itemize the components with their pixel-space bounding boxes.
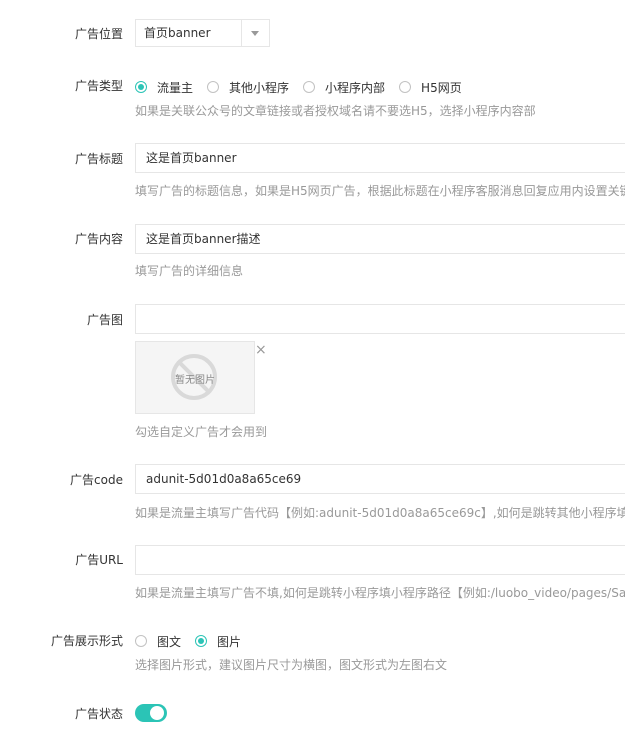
ad-title-input[interactable]: 这是首页banner: [135, 143, 625, 173]
ad-position-value: 首页banner: [144, 26, 211, 40]
ad-status-label: 广告状态: [74, 707, 123, 721]
radio-label: H5网页: [421, 80, 462, 95]
radio-checked-icon[interactable]: [195, 635, 208, 647]
radio-label: 小程序内部: [325, 80, 386, 95]
radio-label: 流量主: [157, 80, 194, 95]
no-image-text: 暂无图片: [175, 375, 215, 386]
select-divider: [241, 20, 242, 46]
ad-url-label: 广告URL: [75, 553, 123, 567]
ad-code-help: 如果是流量主填写广告代码【例如:adunit-5d01d0a8a65ce69c】…: [135, 506, 625, 520]
ad-image-preview: 暂无图片: [135, 341, 255, 414]
ad-code-input[interactable]: adunit-5d01d0a8a65ce69: [135, 464, 625, 494]
radio-unchecked-icon[interactable]: [207, 81, 220, 93]
ad-display-help: 选择图片形式，建议图片尺寸为横图，图文形式为左图右文: [135, 658, 448, 672]
toggle-knob: [150, 706, 164, 720]
ad-type-radio-liuliangzhu[interactable]: 流量主: [135, 79, 193, 96]
ad-display-radio-group: 图文 图片: [135, 633, 255, 649]
ad-content-label: 广告内容: [74, 232, 123, 246]
ad-display-radio-tupian[interactable]: 图片: [195, 633, 241, 650]
ad-type-help: 如果是关联公众号的文章链接或者授权域名请不要选H5，选择小程序内容部: [135, 104, 536, 118]
ad-title-label: 广告标题: [74, 152, 123, 166]
ad-type-radio-group: 流量主 其他小程序 小程序内部 H5网页: [135, 79, 476, 95]
radio-label: 其他小程序: [229, 80, 290, 95]
ad-image-input[interactable]: [135, 304, 625, 334]
ad-status-toggle[interactable]: [135, 704, 167, 722]
radio-label: 图文: [157, 634, 182, 649]
ad-title-help: 填写广告的标题信息，如果是H5网页广告，根据此标题在小程序客服消息回复应用内设置…: [135, 184, 625, 198]
close-icon[interactable]: ×: [255, 343, 267, 357]
ad-type-radio-other-miniprogram[interactable]: 其他小程序: [207, 79, 289, 96]
ad-content-help: 填写广告的详细信息: [135, 264, 244, 278]
ad-type-radio-h5[interactable]: H5网页: [399, 79, 462, 96]
ad-display-radio-tuwen[interactable]: 图文: [135, 633, 181, 650]
chevron-down-icon[interactable]: [251, 31, 259, 36]
ad-image-help: 勾选自定义广告才会用到: [135, 425, 268, 439]
ad-content-input[interactable]: 这是首页banner描述: [135, 224, 625, 254]
ad-image-label: 广告图: [86, 313, 123, 327]
radio-unchecked-icon[interactable]: [399, 81, 412, 93]
ad-display-label: 广告展示形式: [50, 634, 123, 648]
radio-unchecked-icon[interactable]: [303, 81, 316, 93]
ad-position-select[interactable]: 首页banner: [135, 19, 270, 47]
ad-url-input[interactable]: [135, 545, 625, 575]
ad-url-help: 如果是流量主填写广告不填,如何是跳转小程序填小程序路径【例如:/luobo_vi…: [135, 586, 625, 600]
radio-label: 图片: [217, 634, 242, 649]
ad-type-radio-miniprogram-internal[interactable]: 小程序内部: [303, 79, 385, 96]
radio-checked-icon[interactable]: [135, 81, 147, 93]
ad-position-label: 广告位置: [74, 27, 123, 41]
ad-type-label: 广告类型: [74, 79, 123, 93]
radio-unchecked-icon[interactable]: [135, 635, 147, 647]
ad-code-label: 广告code: [70, 473, 123, 487]
